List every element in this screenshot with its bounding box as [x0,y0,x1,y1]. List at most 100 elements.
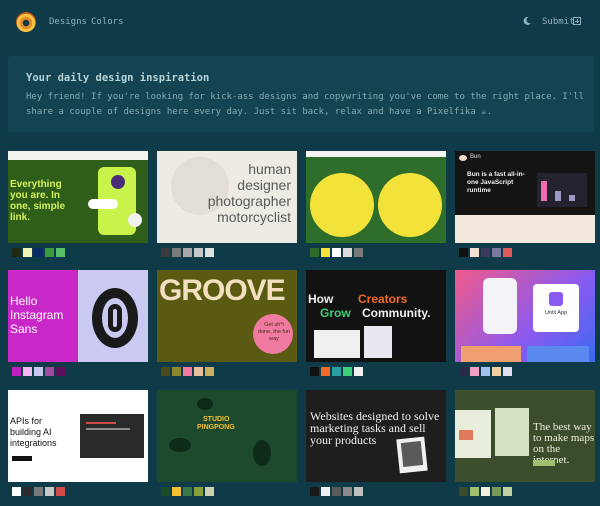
color-swatch[interactable] [56,248,65,257]
design-card-circles[interactable] [306,151,446,261]
color-swatch[interactable] [172,487,181,496]
design-thumbnail[interactable]: The best way to make maps on the interne… [455,390,595,482]
color-swatch[interactable] [205,248,214,257]
card-headline: Bun is a fast all-in-one JavaScript runt… [467,171,525,194]
color-swatch[interactable] [481,367,490,376]
color-swatch[interactable] [194,367,203,376]
card-line: motorcyclist [217,209,291,225]
color-swatch[interactable] [205,367,214,376]
color-swatch[interactable] [12,248,21,257]
color-swatch[interactable] [183,248,192,257]
design-card-until-app[interactable]: Until App [455,270,595,380]
color-swatch[interactable] [459,367,468,376]
color-swatch[interactable] [343,367,352,376]
color-swatch[interactable] [459,487,468,496]
card-line: Grow [320,306,351,320]
color-swatch[interactable] [183,487,192,496]
color-swatch[interactable] [56,487,65,496]
color-swatch[interactable] [481,487,490,496]
color-swatch[interactable] [34,248,43,257]
color-swatch[interactable] [172,367,181,376]
design-thumbnail[interactable]: Websites designed to solve marketing tas… [306,390,446,482]
design-thumbnail[interactable]: Bun Bun is a fast all-in-one JavaScript … [455,151,595,243]
design-thumbnail[interactable]: GROOVE Get sh*t done, the fun way [157,270,297,362]
color-swatch[interactable] [354,248,363,257]
color-swatch[interactable] [492,248,501,257]
donut-logo-icon[interactable] [16,12,36,32]
nav-colors-link[interactable]: Colors [91,17,124,27]
design-card-linktree[interactable]: Everything you are. In one, simple link. [8,151,148,261]
design-card-creators[interactable]: How Creators Grow Community. [306,270,446,380]
nav-designs-link[interactable]: Designs [49,17,87,27]
color-swatch[interactable] [503,248,512,257]
design-thumbnail[interactable]: APIs for building AI integrations [8,390,148,482]
color-swatch[interactable] [161,487,170,496]
color-swatch[interactable] [481,248,490,257]
card-line: designer [237,177,291,193]
color-swatch[interactable] [459,248,468,257]
color-swatch[interactable] [343,487,352,496]
color-swatch[interactable] [23,367,32,376]
color-swatch[interactable] [194,487,203,496]
color-swatches [459,248,514,258]
color-swatch[interactable] [172,248,181,257]
card-headline: GROOVE [159,274,286,307]
card-headline: Everything you are. In one, simple link. [10,179,66,223]
design-thumbnail[interactable]: Everything you are. In one, simple link. [8,151,148,243]
design-card-human-designer[interactable]: human designer photographer motorcyclist [157,151,297,261]
design-thumbnail[interactable]: Hello Instagram Sans [8,270,148,362]
design-card-bun[interactable]: Bun Bun is a fast all-in-one JavaScript … [455,151,595,261]
color-swatch[interactable] [161,248,170,257]
color-swatch[interactable] [161,367,170,376]
color-swatch[interactable] [45,487,54,496]
color-swatch[interactable] [45,248,54,257]
color-swatch[interactable] [321,367,330,376]
color-swatch[interactable] [34,487,43,496]
design-card-instagram-sans[interactable]: Hello Instagram Sans [8,270,148,380]
color-swatch[interactable] [205,487,214,496]
color-swatch[interactable] [332,367,341,376]
color-swatch[interactable] [321,487,330,496]
color-swatch[interactable] [470,487,479,496]
plus-square-icon[interactable] [573,17,581,25]
color-swatch[interactable] [310,487,319,496]
color-swatch[interactable] [354,487,363,496]
color-swatch[interactable] [492,367,501,376]
color-swatch[interactable] [23,248,32,257]
color-swatch[interactable] [354,367,363,376]
submit-link[interactable]: Submit [542,17,575,27]
card-bubble: Get sh*t done, the fun way [257,322,291,342]
color-swatch[interactable] [310,367,319,376]
design-card-studio-pingpong[interactable]: STUDIO PINGPONG [157,390,297,500]
design-card-groove[interactable]: GROOVE Get sh*t done, the fun way [157,270,297,380]
design-thumbnail[interactable]: How Creators Grow Community. [306,270,446,362]
design-card-ai-apis[interactable]: APIs for building AI integrations [8,390,148,500]
design-thumbnail[interactable]: STUDIO PINGPONG [157,390,297,482]
color-swatch[interactable] [45,367,54,376]
design-thumbnail[interactable]: human designer photographer motorcyclist [157,151,297,243]
color-swatch[interactable] [321,248,330,257]
card-line: human [248,161,291,177]
color-swatch[interactable] [12,487,21,496]
color-swatch[interactable] [470,248,479,257]
design-card-maps[interactable]: The best way to make maps on the interne… [455,390,595,500]
color-swatch[interactable] [503,487,512,496]
color-swatch[interactable] [34,367,43,376]
color-swatch[interactable] [332,248,341,257]
color-swatch[interactable] [332,487,341,496]
color-swatch[interactable] [310,248,319,257]
design-card-websites-designed[interactable]: Websites designed to solve marketing tas… [306,390,446,500]
color-swatch[interactable] [12,367,21,376]
color-swatch[interactable] [503,367,512,376]
color-swatch[interactable] [183,367,192,376]
color-swatch[interactable] [56,367,65,376]
color-swatch[interactable] [194,248,203,257]
color-swatch[interactable] [492,487,501,496]
page-title: Your daily design inspiration [26,72,210,84]
color-swatch[interactable] [343,248,352,257]
design-thumbnail[interactable]: Until App [455,270,595,362]
color-swatch[interactable] [23,487,32,496]
design-thumbnail[interactable] [306,151,446,243]
color-swatch[interactable] [470,367,479,376]
moon-icon[interactable] [522,16,532,26]
